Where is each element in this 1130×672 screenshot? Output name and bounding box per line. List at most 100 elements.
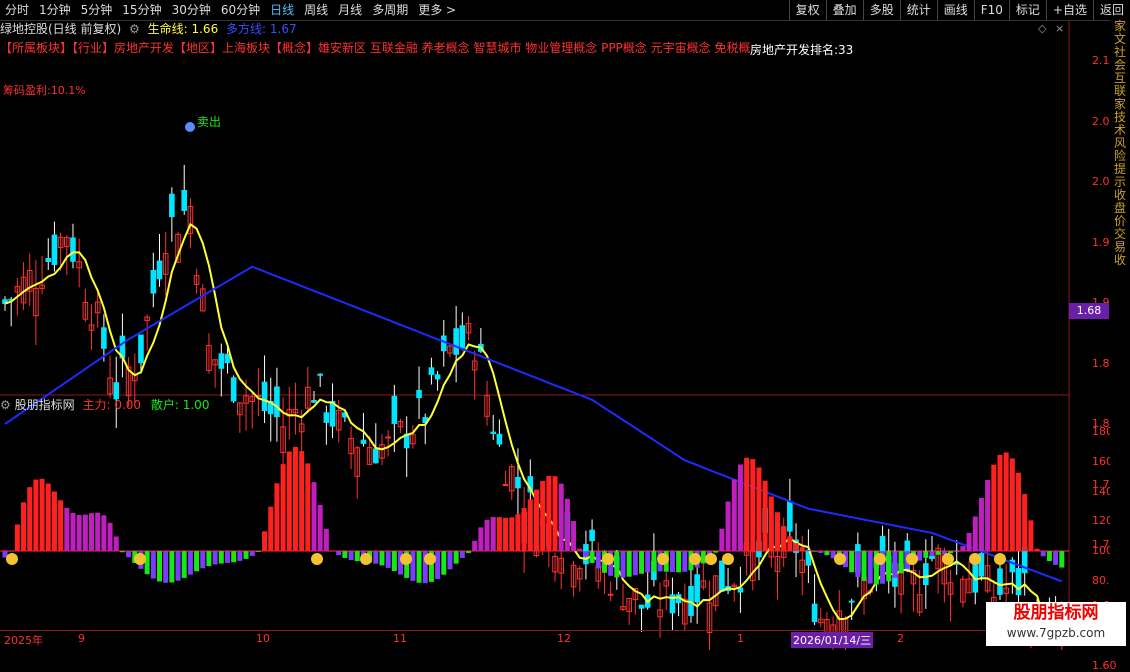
retail-bar	[244, 551, 249, 559]
retail-bar	[824, 551, 829, 555]
main-force-bar	[732, 479, 737, 551]
main-force-bar	[46, 484, 51, 552]
candle-body	[231, 378, 236, 401]
candle-body	[157, 261, 162, 279]
main-force-bar	[324, 529, 329, 551]
main-force-bar	[565, 499, 570, 551]
candle-body	[503, 484, 508, 485]
money-bag-icon	[942, 553, 954, 565]
main-force-bar	[540, 481, 545, 551]
money-bag-icon	[6, 553, 18, 565]
retail-bar	[849, 551, 854, 572]
kline-chart[interactable]	[0, 0, 1130, 650]
retail-bar	[188, 551, 193, 574]
retail-bar	[621, 551, 626, 577]
candle-body	[182, 190, 187, 210]
candle-body	[460, 326, 465, 348]
retail-bar	[460, 551, 465, 558]
retail-bar	[237, 551, 242, 561]
main-force-bar	[750, 459, 755, 551]
candle-body	[219, 354, 224, 368]
main-force-bar	[491, 517, 496, 551]
money-bag-icon	[705, 553, 717, 565]
main-force-bar	[70, 513, 75, 551]
main-force-bar	[262, 531, 267, 551]
retail-bar	[862, 551, 867, 581]
main-force-bar	[274, 483, 279, 551]
main-force-bar	[318, 505, 323, 551]
money-bag-icon	[657, 553, 669, 565]
main-force-bar	[546, 476, 551, 551]
retail-bar	[194, 551, 199, 571]
main-force-bar	[577, 549, 582, 552]
main-force-bar	[509, 517, 514, 551]
main-force-bar	[997, 455, 1002, 551]
candle-body	[386, 437, 391, 438]
retail-bar	[213, 551, 218, 564]
retail-bar	[930, 551, 935, 556]
retail-bar	[151, 551, 156, 578]
right-info-sidebar: 家文社会互联家技术风险提示收盘价交易收	[1110, 20, 1130, 650]
candle-body	[590, 530, 595, 540]
main-force-bar	[991, 465, 996, 552]
candle-body	[608, 594, 613, 595]
retail-bar	[1059, 551, 1064, 567]
retail-bar	[157, 551, 162, 581]
main-force-bar	[967, 533, 972, 551]
main-force-bar	[114, 536, 119, 551]
retail-bar	[231, 551, 236, 562]
main-force-bar	[497, 517, 502, 551]
retail-bar	[145, 551, 150, 574]
main-force-value: 0.00	[114, 398, 141, 412]
main-force-bar	[559, 484, 564, 552]
main-force-bar	[268, 507, 273, 552]
retail-bar	[1047, 551, 1052, 561]
main-force-bar	[1004, 452, 1009, 551]
main-force-bar	[571, 521, 576, 551]
retail-bar	[219, 551, 224, 563]
retail-bar	[676, 551, 681, 572]
retail-label: 散户:	[151, 398, 179, 412]
retail-bar	[392, 551, 397, 571]
retail-bar	[447, 551, 452, 569]
retail-bar	[182, 551, 187, 578]
date-label: 2	[897, 632, 904, 645]
money-bag-icon	[424, 553, 436, 565]
retail-bar	[633, 551, 638, 575]
main-force-bar	[305, 463, 310, 551]
main-force-bar	[794, 543, 799, 551]
main-force-bar	[806, 550, 811, 551]
candle-body	[361, 440, 366, 443]
settings-icon[interactable]: ⚙	[0, 398, 11, 412]
money-bag-icon	[689, 553, 701, 565]
indicator-header: ⚙ 股朋指标网 主力: 0.00 散户: 1.00	[0, 397, 209, 413]
main-force-bar	[485, 520, 490, 551]
candle-body	[170, 194, 175, 216]
date-label: 10	[256, 632, 270, 645]
retail-bar	[583, 551, 588, 557]
money-bag-icon	[874, 553, 886, 565]
indicator-title: 股朋指标网	[15, 398, 75, 412]
main-force-bar	[89, 513, 94, 551]
retail-bar	[892, 551, 897, 578]
main-force-bar	[781, 526, 786, 551]
retail-bar	[639, 551, 644, 573]
sidebar-text: 家文社会互联家技术风险提示收盘价交易收	[1110, 20, 1127, 267]
date-axis: 2025年 9 10 11 12 1 2026/01/14/三 2	[0, 630, 1070, 651]
retail-bar	[126, 551, 131, 557]
retail-bar	[466, 551, 471, 553]
main-force-bar	[33, 480, 38, 552]
candle-body	[102, 328, 107, 348]
retail-bar	[225, 551, 230, 563]
candle-body	[695, 575, 700, 602]
retail-bar	[206, 551, 211, 566]
retail-bar	[886, 551, 891, 581]
candle-body	[429, 368, 434, 375]
retail-bar	[948, 551, 953, 553]
money-bag-icon	[360, 553, 372, 565]
candle-body	[998, 569, 1003, 594]
candle-body	[71, 238, 76, 261]
main-force-bar	[726, 502, 731, 552]
long-short-line	[5, 267, 1062, 582]
retail-value: 1.00	[183, 398, 210, 412]
